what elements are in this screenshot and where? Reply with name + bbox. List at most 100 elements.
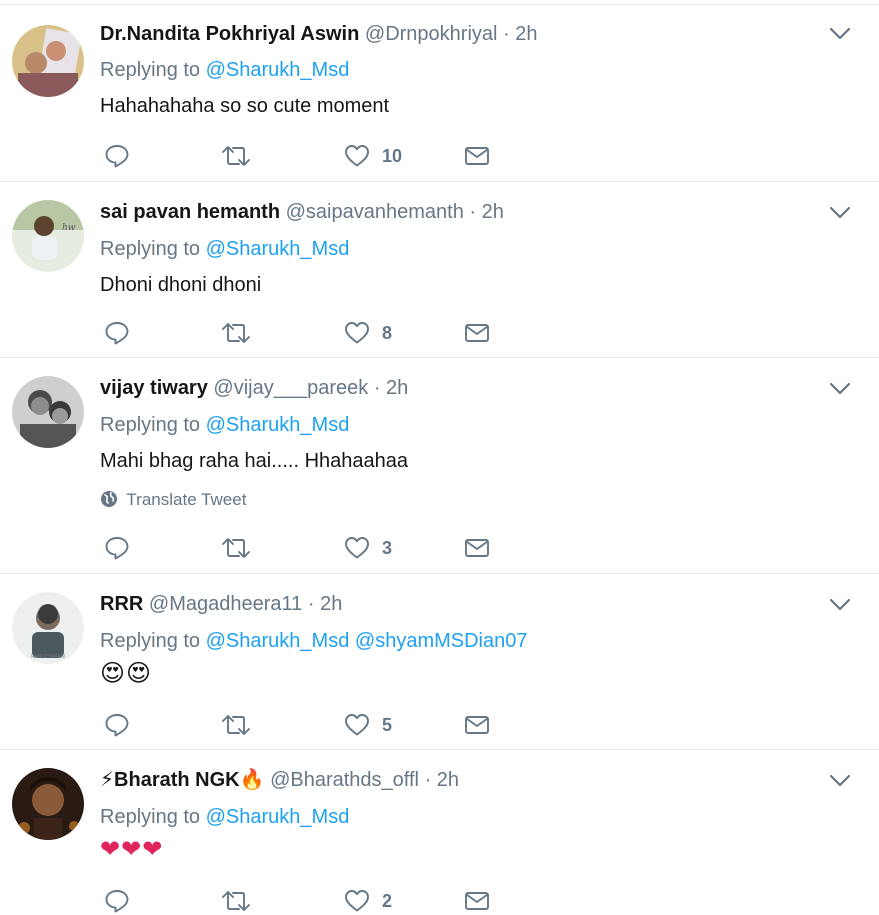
retweet-icon <box>222 891 250 911</box>
direct-message-button[interactable] <box>464 887 490 915</box>
tweet-item[interactable]: RAM CHARAN RRR @Magadheera11 · 2h Replyi… <box>0 573 879 749</box>
mention-link[interactable]: @Sharukh_Msd <box>206 806 350 828</box>
mail-icon <box>465 716 489 734</box>
reply-button[interactable] <box>104 142 130 170</box>
replying-to: Replying to @Sharukh_Msd <box>100 237 349 261</box>
like-count: 3 <box>382 537 393 558</box>
replying-to: Replying to @Sharukh_Msd <box>100 805 349 829</box>
tweet-text: Hahahahaha so so cute moment <box>100 95 390 117</box>
mail-icon <box>465 147 489 165</box>
user-handle[interactable]: @Drnpokhriyal <box>365 23 498 45</box>
reply-icon <box>105 890 129 913</box>
reply-feed: Dr.Nandita Pokhriyal Aswin @Drnpokhriyal… <box>0 0 879 913</box>
mention-link[interactable]: @Sharukh_Msd <box>206 414 350 436</box>
tweet-item[interactable]: hw sai pavan hemanth @saipavanhemanth · … <box>0 181 879 358</box>
retweet-button[interactable] <box>220 534 252 562</box>
reply-button[interactable] <box>104 319 130 347</box>
reply-button[interactable] <box>104 534 130 562</box>
tweet-header: Dr.Nandita Pokhriyal Aswin @Drnpokhriyal… <box>100 22 538 46</box>
separator-dot: · <box>469 201 477 223</box>
display-name[interactable]: ⚡Bharath NGK🔥 <box>100 769 265 791</box>
mention-link[interactable]: @shyamMSDian07 <box>355 630 528 652</box>
action-bar: 2 <box>100 887 520 915</box>
translate-label[interactable]: Translate Tweet <box>126 490 246 509</box>
direct-message-button[interactable] <box>464 534 490 562</box>
tweet-header: ⚡Bharath NGK🔥 @Bharathds_offl · 2h <box>100 768 459 792</box>
reply-icon <box>105 714 129 737</box>
avatar[interactable] <box>12 25 84 97</box>
like-count: 10 <box>382 145 403 166</box>
replying-label: Replying to <box>100 630 201 652</box>
display-name[interactable]: RRR <box>100 593 143 615</box>
retweet-button[interactable] <box>220 887 252 915</box>
avatar[interactable] <box>12 376 84 448</box>
globe-icon <box>101 491 117 507</box>
separator-dot: · <box>424 769 432 791</box>
heart-icon <box>345 145 369 167</box>
retweet-button[interactable] <box>220 319 252 347</box>
mail-icon <box>465 324 489 342</box>
retweet-icon <box>222 715 250 735</box>
heart-icon <box>345 322 369 344</box>
replying-label: Replying to <box>100 238 201 260</box>
tweet-text: Dhoni dhoni dhoni <box>100 274 262 296</box>
tweet-text: ❤❤❤ <box>100 836 164 863</box>
heart-icon <box>345 537 369 559</box>
action-bar: 10 <box>100 142 520 170</box>
action-bar: 3 <box>100 534 520 562</box>
tweet-text: 😍😍 <box>100 660 153 687</box>
avatar[interactable]: hw <box>12 200 84 272</box>
timestamp[interactable]: 2h <box>437 769 459 791</box>
separator-dot: · <box>503 23 510 45</box>
reply-icon <box>105 145 129 168</box>
user-handle[interactable]: @Bharathds_offl <box>270 769 419 791</box>
user-handle[interactable]: @saipavanhemanth <box>286 201 464 223</box>
chevron-down-icon[interactable] <box>829 598 851 612</box>
timestamp[interactable]: 2h <box>482 201 504 223</box>
reply-button[interactable] <box>104 887 130 915</box>
action-bar: 8 <box>100 319 520 347</box>
tweet-item[interactable]: ⚡Bharath NGK🔥 @Bharathds_offl · 2h Reply… <box>0 749 879 913</box>
chevron-down-icon[interactable] <box>829 774 851 788</box>
user-handle[interactable]: @Magadheera11 <box>149 593 302 615</box>
svg-text:hw: hw <box>62 223 76 233</box>
chevron-down-icon[interactable] <box>829 27 851 41</box>
like-button[interactable]: 10 <box>344 142 402 170</box>
replying-to: Replying to @Sharukh_Msd <box>100 413 349 437</box>
direct-message-button[interactable] <box>464 319 490 347</box>
like-button[interactable]: 5 <box>344 711 392 739</box>
like-button[interactable]: 2 <box>344 887 392 915</box>
mention-link[interactable]: @Sharukh_Msd <box>206 59 350 81</box>
tweet-header: RRR @Magadheera11 · 2h <box>100 592 342 616</box>
retweet-button[interactable] <box>220 711 252 739</box>
timestamp[interactable]: 2h <box>515 23 537 45</box>
avatar[interactable] <box>12 768 84 840</box>
tweet-item[interactable]: vijay tiwary @vijay___pareek · 2h Replyi… <box>0 357 879 573</box>
chevron-down-icon[interactable] <box>829 206 851 220</box>
avatar[interactable]: RAM CHARAN <box>12 592 84 664</box>
like-count: 8 <box>382 322 393 343</box>
direct-message-button[interactable] <box>464 711 490 739</box>
display-name[interactable]: Dr.Nandita Pokhriyal Aswin <box>100 23 359 45</box>
chevron-down-icon[interactable] <box>829 382 851 396</box>
reply-icon <box>105 322 129 345</box>
direct-message-button[interactable] <box>464 142 490 170</box>
display-name[interactable]: sai pavan hemanth <box>100 201 280 223</box>
like-button[interactable]: 3 <box>344 534 392 562</box>
reply-button[interactable] <box>104 711 130 739</box>
mention-link[interactable]: @Sharukh_Msd <box>206 238 350 260</box>
display-name[interactable]: vijay tiwary <box>100 377 208 399</box>
retweet-button[interactable] <box>220 142 252 170</box>
timestamp[interactable]: 2h <box>386 377 408 399</box>
tweet-header: sai pavan hemanth @saipavanhemanth · 2h <box>100 200 504 224</box>
retweet-icon <box>222 323 250 343</box>
heart-icon <box>345 714 369 736</box>
tweet-item[interactable]: Dr.Nandita Pokhriyal Aswin @Drnpokhriyal… <box>0 4 879 181</box>
like-button[interactable]: 8 <box>344 319 392 347</box>
mention-link[interactable]: @Sharukh_Msd <box>206 630 350 652</box>
timestamp[interactable]: 2h <box>320 593 342 615</box>
translate-tweet-link[interactable]: Translate Tweet <box>100 490 246 510</box>
user-handle[interactable]: @vijay___pareek <box>213 377 368 399</box>
tweet-header: vijay tiwary @vijay___pareek · 2h <box>100 376 408 400</box>
replying-label: Replying to <box>100 806 201 828</box>
